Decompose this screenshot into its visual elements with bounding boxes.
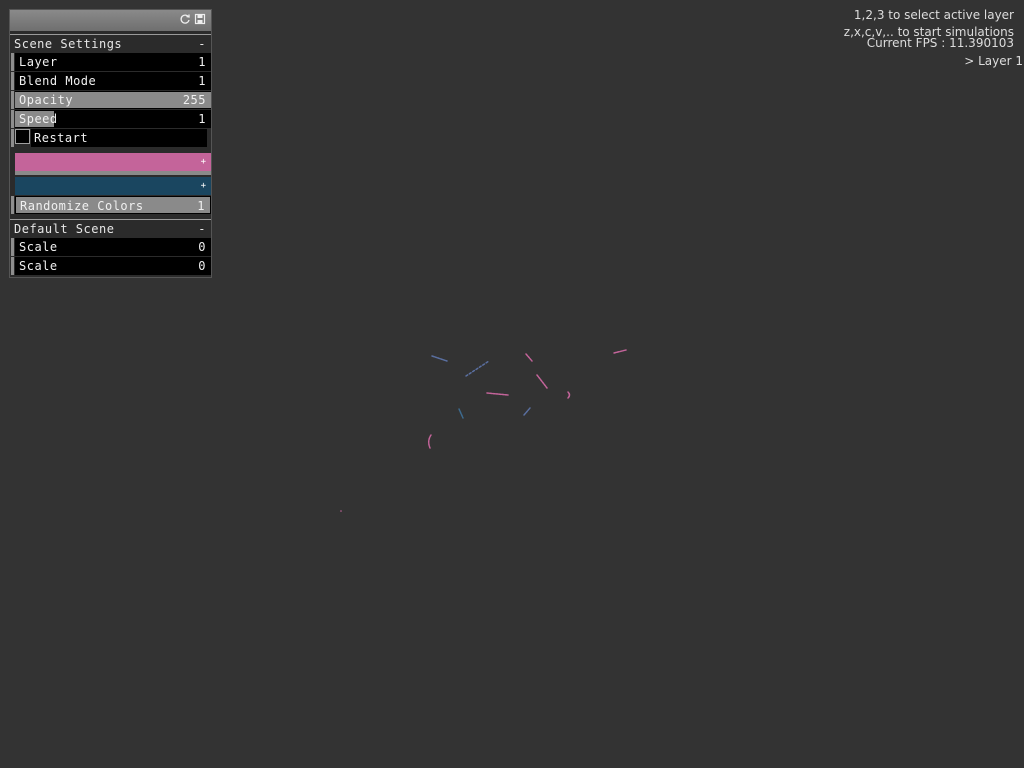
- randomize-colors-label: Randomize Colors: [20, 199, 144, 213]
- expand-color-icon[interactable]: +: [201, 177, 206, 195]
- color-picker-2[interactable]: +: [15, 177, 211, 195]
- hud-instructions-line-1: 1,2,3 to select active layer: [853, 8, 1014, 22]
- blend-mode-number-field[interactable]: Blend Mode 1: [15, 72, 211, 90]
- scale-label: Scale: [19, 240, 58, 254]
- particle-trail: [523, 407, 531, 416]
- randomize-colors-field[interactable]: Randomize Colors 1: [15, 196, 211, 214]
- row-stripe: [11, 110, 14, 128]
- refresh-icon[interactable]: [179, 13, 191, 25]
- restart-label[interactable]: Restart: [31, 129, 207, 147]
- gui-panel: Scene Settings - Layer 1 Blend Mode 1 Op…: [9, 9, 212, 278]
- speed-value: 1: [198, 112, 206, 126]
- collapse-toggle[interactable]: -: [198, 220, 206, 238]
- speed-slider[interactable]: Speed 1: [11, 110, 211, 128]
- color-picker-1-track: [15, 171, 211, 175]
- particle-trail: [486, 392, 509, 396]
- particle-trail: [465, 360, 490, 377]
- row-stripe: [11, 238, 14, 256]
- hud-active-layer: > Layer 1: [964, 54, 1023, 68]
- layer-control[interactable]: Layer 1: [11, 53, 211, 71]
- color-picker-1[interactable]: +: [15, 153, 211, 171]
- restart-toggle[interactable]: Restart: [11, 129, 210, 147]
- row-stripe: [11, 129, 14, 147]
- opacity-label: Opacity: [19, 93, 74, 107]
- row-stripe: [11, 257, 14, 275]
- speed-slider-track[interactable]: Speed 1: [15, 110, 211, 128]
- scale-label: Scale: [19, 259, 58, 273]
- randomize-colors-control[interactable]: Randomize Colors 1: [11, 196, 211, 214]
- speed-label: Speed: [19, 112, 58, 126]
- blend-mode-label: Blend Mode: [19, 74, 97, 88]
- opacity-slider[interactable]: Opacity 255: [11, 91, 211, 109]
- hud-fps: Current FPS : 11.390103: [866, 36, 1014, 50]
- group-title-label: Default Scene: [14, 222, 115, 236]
- scale-number-field[interactable]: Scale 0: [15, 238, 211, 256]
- particle-trail: [525, 353, 533, 362]
- scale-control-1[interactable]: Scale 0: [11, 238, 211, 256]
- particle-trails: [340, 349, 627, 512]
- restart-checkbox[interactable]: [15, 129, 30, 144]
- panel-header[interactable]: [10, 10, 211, 31]
- randomize-colors-value: 1: [197, 199, 205, 213]
- scale-value: 0: [198, 240, 206, 254]
- particle-trail: [427, 434, 432, 449]
- save-icon[interactable]: [194, 13, 206, 25]
- default-scene-group-title[interactable]: Default Scene -: [10, 219, 211, 237]
- scale-number-field[interactable]: Scale 0: [15, 257, 211, 275]
- expand-color-icon[interactable]: +: [201, 153, 206, 171]
- row-stripe: [11, 72, 14, 90]
- particle-trail: [431, 355, 448, 362]
- layer-label: Layer: [19, 55, 58, 69]
- row-stripe: [11, 91, 14, 109]
- particle-trail: [458, 408, 464, 419]
- scale-control-2[interactable]: Scale 0: [11, 257, 211, 275]
- particle-dot: [340, 510, 342, 512]
- blend-mode-value: 1: [198, 74, 206, 88]
- blend-mode-control[interactable]: Blend Mode 1: [11, 72, 211, 90]
- row-stripe: [11, 53, 14, 71]
- scale-value: 0: [198, 259, 206, 273]
- opacity-slider-track[interactable]: Opacity 255: [15, 91, 211, 109]
- particle-trail: [567, 391, 571, 399]
- particle-trail: [613, 349, 627, 354]
- group-title-label: Scene Settings: [14, 37, 123, 51]
- particle-trail: [536, 374, 548, 389]
- opacity-value: 255: [182, 93, 206, 107]
- collapse-toggle[interactable]: -: [198, 35, 206, 53]
- row-stripe: [11, 196, 14, 214]
- layer-number-field[interactable]: Layer 1: [15, 53, 211, 71]
- layer-value: 1: [198, 55, 206, 69]
- scene-settings-group-title[interactable]: Scene Settings -: [10, 34, 211, 52]
